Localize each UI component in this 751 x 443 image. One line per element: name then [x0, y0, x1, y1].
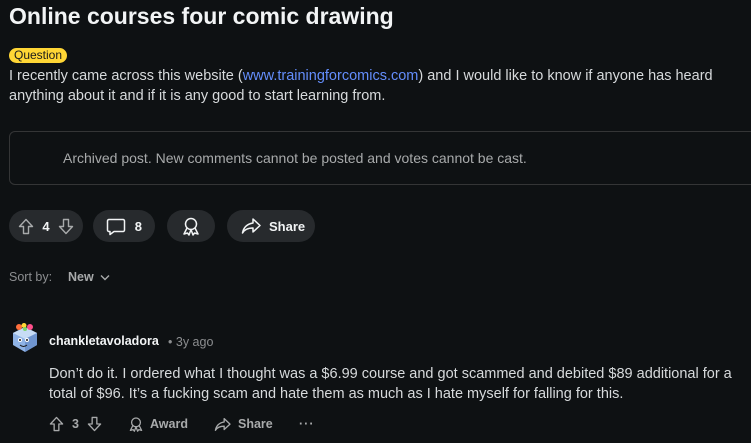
meta-separator: • — [168, 335, 173, 349]
comment-meta: • 3y ago — [168, 335, 213, 349]
sort-value: New — [68, 270, 94, 284]
comment-vote-bar: 3 — [49, 414, 102, 434]
more-icon: ··· — [299, 417, 315, 431]
post-flair[interactable]: Question — [9, 48, 68, 63]
avatar[interactable] — [10, 323, 40, 355]
more-options-button[interactable]: ··· — [299, 414, 315, 434]
share-label: Share — [269, 218, 306, 234]
post-body-link[interactable]: www.trainingforcomics.com — [243, 68, 419, 84]
archived-notice-box: Archived post. New comments cannot be po… — [9, 131, 751, 185]
sort-dropdown[interactable]: New — [68, 270, 110, 284]
comments-button[interactable]: 8 — [93, 210, 155, 242]
comment-count: 8 — [134, 218, 142, 234]
downvote-icon[interactable] — [87, 416, 102, 432]
comment-award-label: Award — [150, 417, 188, 431]
post-body-text-start: I recently came across this website ( — [9, 68, 243, 84]
comment-timestamp[interactable]: 3y ago — [176, 335, 214, 349]
post-vote-count: 4 — [42, 218, 50, 234]
award-icon — [128, 416, 144, 432]
award-button[interactable] — [167, 210, 215, 242]
comment-author[interactable]: chankletavoladora — [49, 334, 159, 348]
reddit-post-page: Online courses four comic drawing Questi… — [0, 0, 751, 443]
comment-icon — [106, 217, 126, 236]
upvote-icon[interactable] — [49, 416, 64, 432]
comment-award-button[interactable]: Award — [128, 414, 188, 434]
downvote-icon[interactable] — [58, 218, 74, 235]
upvote-icon[interactable] — [18, 218, 34, 235]
comment-share-label: Share — [238, 417, 273, 431]
share-button[interactable]: Share — [227, 210, 315, 242]
archived-notice: Archived post. New comments cannot be po… — [63, 150, 527, 166]
comment-vote-count: 3 — [72, 417, 79, 431]
sort-label: Sort by: — [9, 270, 53, 284]
post-title: Online courses four comic drawing — [9, 3, 394, 29]
post-body: I recently came across this website (www… — [9, 66, 739, 106]
share-icon — [214, 417, 231, 432]
award-icon — [181, 216, 201, 236]
comment-text: Don’t do it. I ordered what I thought wa… — [49, 366, 732, 402]
post-vote-bar: 4 — [9, 210, 83, 242]
share-icon — [241, 217, 261, 235]
comment-share-button[interactable]: Share — [214, 414, 273, 434]
chevron-down-icon — [100, 274, 110, 281]
